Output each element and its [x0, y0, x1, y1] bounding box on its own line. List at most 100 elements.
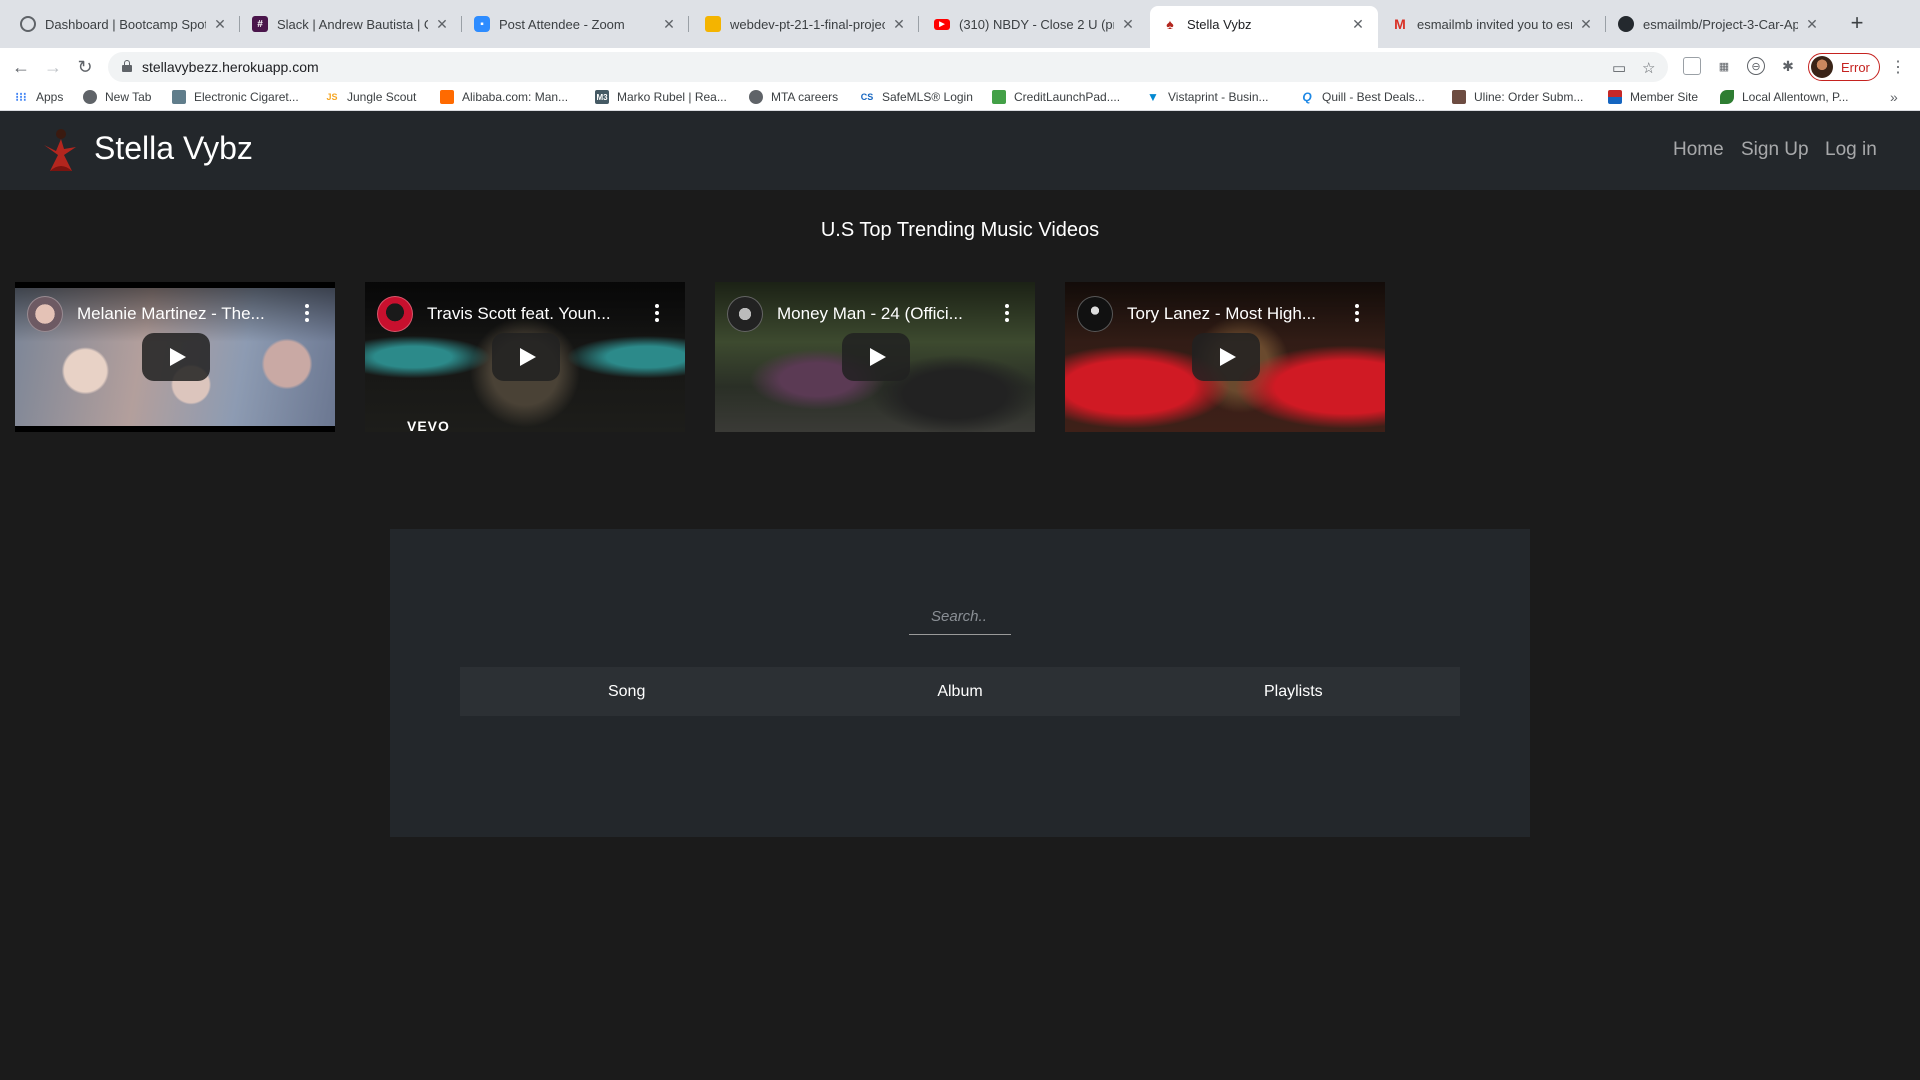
tab-playlists[interactable]: Playlists [1127, 667, 1460, 716]
play-button[interactable] [1192, 333, 1260, 381]
profile-error-button[interactable]: Error [1808, 53, 1880, 81]
grid-extension-icon[interactable]: ▦ [1715, 57, 1733, 75]
video-embed[interactable]: Money Man - 24 (Offici... [715, 282, 1035, 432]
play-button[interactable] [492, 333, 560, 381]
bookmark-label: Vistaprint - Busin... [1168, 90, 1269, 104]
bookmark-item[interactable]: Uline: Order Subm... [1452, 90, 1583, 104]
bookmark-item[interactable]: CS SafeMLS® Login [860, 90, 973, 104]
bookmark-item[interactable]: Alibaba.com: Man... [440, 90, 568, 104]
close-icon[interactable]: ✕ [661, 16, 677, 33]
search-input[interactable] [909, 599, 1011, 635]
github-icon [1618, 16, 1634, 32]
video-title[interactable]: Money Man - 24 (Offici... [777, 304, 987, 324]
vistaprint-icon: ▼ [1147, 90, 1159, 104]
bookmark-item[interactable]: Member Site [1608, 90, 1698, 104]
close-icon[interactable]: ✕ [1578, 16, 1594, 33]
bookmark-star-icon[interactable]: ☆ [1642, 59, 1655, 77]
puzzle-icon[interactable]: ✱ [1779, 57, 1797, 75]
bookmark-item[interactable]: Electronic Cigaret... [172, 90, 299, 104]
bookmark-apps[interactable]: ⁝⁝⁝ Apps [14, 90, 63, 104]
result-tabs: Song Album Playlists [460, 667, 1460, 716]
browser-tab[interactable]: ▪ Post Attendee - Zoom ✕ [462, 6, 689, 42]
video-title[interactable]: Melanie Martinez - The... [77, 304, 287, 324]
bookmark-item[interactable]: Local Allentown, P... [1720, 90, 1849, 104]
bookmark-label: CreditLaunchPad.... [1014, 90, 1121, 104]
channel-avatar[interactable] [727, 296, 763, 332]
circle-extension-icon[interactable]: ⊖ [1747, 57, 1765, 75]
creditlaunchpad-icon [992, 90, 1006, 104]
zoom-icon: ▪ [474, 16, 490, 32]
close-icon[interactable]: ✕ [434, 16, 450, 33]
new-tab-plus-icon[interactable]: + [1845, 12, 1869, 36]
play-button[interactable] [142, 333, 210, 381]
browser-tab[interactable]: esmailmb/Project-3-Car-App ✕ [1606, 6, 1832, 42]
cast-icon[interactable]: ▭ [1612, 59, 1626, 77]
browser-tab-active[interactable]: ♠ Stella Vybz ✕ [1150, 6, 1378, 48]
video-embed[interactable]: Tory Lanez - Most High... [1065, 282, 1385, 432]
video-embed[interactable]: Travis Scott feat. Youn... VEVO [365, 282, 685, 432]
tab-album[interactable]: Album [793, 667, 1126, 716]
play-button[interactable] [842, 333, 910, 381]
bookmark-item[interactable]: ▼ Vistaprint - Busin... [1146, 90, 1269, 104]
extension-icon[interactable] [1683, 57, 1701, 75]
vevo-watermark: VEVO [407, 418, 450, 432]
bookmark-label: Apps [36, 90, 64, 104]
more-vert-icon[interactable] [1001, 302, 1013, 326]
tab-song[interactable]: Song [460, 667, 793, 716]
browser-tab[interactable]: ▶ (310) NBDY - Close 2 U (pro ✕ [922, 6, 1148, 42]
search-panel: Song Album Playlists [390, 529, 1530, 837]
close-icon[interactable]: ✕ [891, 16, 907, 33]
alibaba-icon [440, 90, 454, 104]
globe-icon [20, 16, 36, 32]
brand-title[interactable]: Stella Vybz [94, 130, 253, 167]
video-title[interactable]: Travis Scott feat. Youn... [427, 304, 637, 324]
browser-tab-title: Post Attendee - Zoom [499, 16, 625, 32]
tab-separator [688, 16, 689, 32]
leaf-icon [1720, 90, 1734, 104]
channel-avatar[interactable] [27, 296, 63, 332]
quill-icon: Q [1302, 90, 1312, 104]
more-vert-icon[interactable] [651, 302, 663, 326]
bookmark-item[interactable]: M3 Marko Rubel | Rea... [595, 90, 727, 104]
bookmark-label: Quill - Best Deals... [1322, 90, 1425, 104]
gmail-icon: M [1394, 16, 1406, 32]
video-title[interactable]: Tory Lanez - Most High... [1127, 304, 1337, 324]
bookmark-item[interactable]: MTA careers [749, 90, 838, 104]
slack-icon: # [252, 16, 268, 32]
browser-tab[interactable]: Dashboard | Bootcamp Spot ✕ [8, 6, 240, 42]
address-url[interactable]: stellavybezz.herokuapp.com [142, 59, 319, 75]
browser-tab-strip: Dashboard | Bootcamp Spot ✕ # Slack | An… [0, 0, 1920, 48]
bookmark-label: Electronic Cigaret... [194, 90, 299, 104]
browser-tab-title: esmailmb invited you to esm [1417, 16, 1572, 32]
browser-menu-icon[interactable]: ⋮ [1890, 57, 1906, 77]
channel-avatar[interactable] [377, 296, 413, 332]
nav-home-link[interactable]: Home [1673, 139, 1724, 161]
more-vert-icon[interactable] [301, 302, 313, 326]
close-icon[interactable]: ✕ [1350, 16, 1366, 33]
address-bar[interactable]: stellavybezz.herokuapp.com ▭ ☆ [108, 52, 1668, 82]
bookmark-label: Alibaba.com: Man... [462, 90, 569, 104]
bookmarks-bar: ⁝⁝⁝ Apps New Tab Electronic Cigaret... J… [0, 86, 1920, 111]
bookmark-item[interactable]: Q Quill - Best Deals... [1300, 90, 1425, 104]
browser-tab[interactable]: M esmailmb invited you to esm ✕ [1380, 6, 1606, 42]
dancer-logo-icon[interactable] [36, 125, 86, 175]
bookmark-item[interactable]: JS Jungle Scout [325, 90, 416, 104]
chevron-double-right-icon[interactable]: » [1890, 89, 1898, 105]
more-vert-icon[interactable] [1351, 302, 1363, 326]
nav-login-link[interactable]: Log in [1825, 139, 1877, 161]
video-embed[interactable]: Melanie Martinez - The... [15, 282, 335, 432]
channel-avatar[interactable] [1077, 296, 1113, 332]
bookmark-item[interactable]: New Tab [83, 90, 151, 104]
forward-arrow-icon[interactable]: → [42, 56, 64, 78]
browser-tab-title: esmailmb/Project-3-Car-App [1643, 16, 1798, 32]
close-icon[interactable]: ✕ [1120, 16, 1136, 33]
section-title: U.S Top Trending Music Videos [820, 219, 1100, 241]
bookmark-item[interactable]: CreditLaunchPad.... [992, 90, 1120, 104]
browser-tab[interactable]: # Slack | Andrew Bautista | CU ✕ [240, 6, 462, 42]
back-arrow-icon[interactable]: ← [10, 56, 32, 78]
close-icon[interactable]: ✕ [1804, 16, 1820, 33]
reload-icon[interactable]: ↻ [74, 56, 96, 78]
browser-tab[interactable]: webdev-pt-21-1-final-project ✕ [693, 6, 919, 42]
close-icon[interactable]: ✕ [212, 16, 228, 33]
nav-signup-link[interactable]: Sign Up [1741, 139, 1809, 161]
